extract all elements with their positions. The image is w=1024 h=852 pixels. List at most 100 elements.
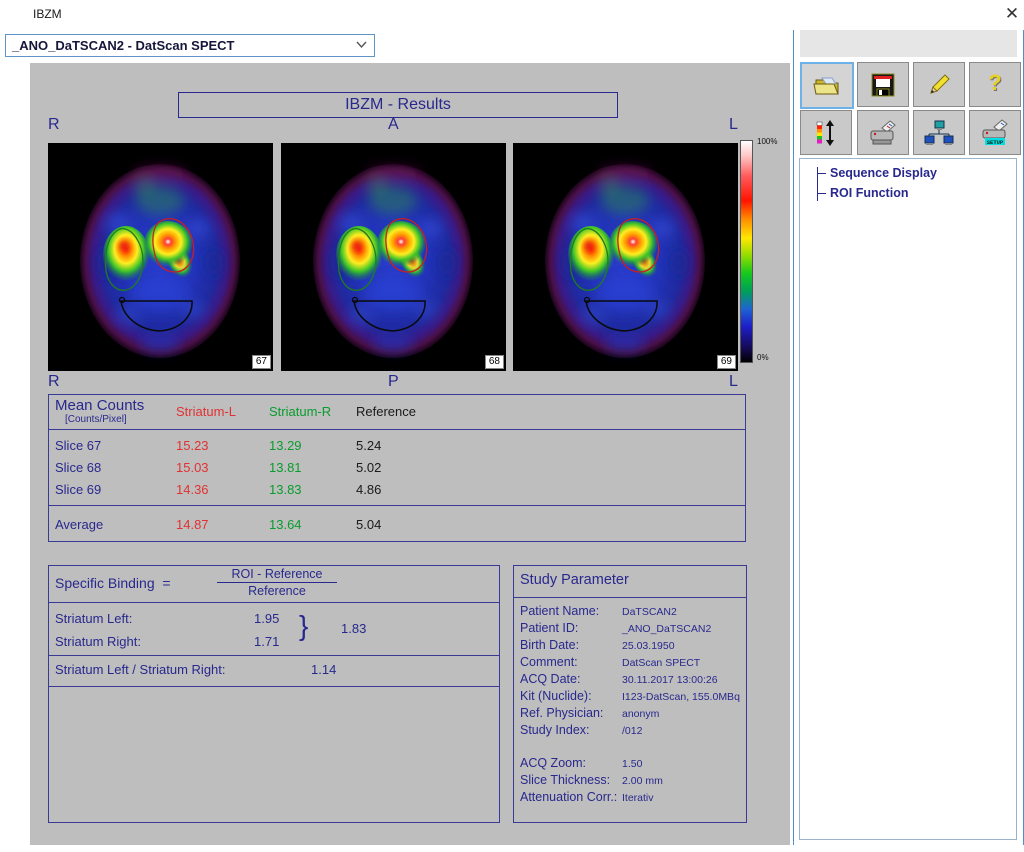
param-value: anonym	[622, 708, 659, 720]
box-divider	[514, 597, 746, 598]
param-label: Ref. Physician:	[520, 706, 603, 720]
param-value: _ANO_DaTSCAN2	[622, 623, 711, 635]
param-label: Comment:	[520, 655, 578, 669]
spect-slice-image-2: 68	[281, 143, 506, 371]
brain-scan-graphic	[513, 143, 738, 371]
chevron-down-icon	[356, 38, 367, 52]
study-select-dropdown[interactable]: _ANO_DaTSCAN2 - DatScan SPECT	[5, 34, 375, 57]
cell-striatum-r: 13.81	[269, 460, 302, 475]
tree-branch-tick	[817, 173, 826, 174]
spect-slice-image-1: 67	[48, 143, 273, 371]
close-icon[interactable]: ✕	[1001, 3, 1023, 25]
print-setup-button[interactable]: SETUP	[969, 110, 1021, 155]
param-label: Patient Name:	[520, 604, 599, 618]
cell-reference: 5.04	[356, 517, 381, 532]
help-button[interactable]: ?	[969, 62, 1021, 107]
network-computers-icon	[924, 119, 954, 147]
row-label: Slice 68	[55, 460, 101, 475]
cell-reference: 5.24	[356, 438, 381, 453]
colorbar-max-label: 100%	[757, 137, 777, 146]
network-print-button[interactable]	[913, 110, 965, 155]
cell-striatum-l: 15.03	[176, 460, 209, 475]
save-button[interactable]	[857, 62, 909, 107]
cell-striatum-r: 13.83	[269, 482, 302, 497]
colorbar-min-label: 0%	[757, 353, 769, 362]
param-value: DatScan SPECT	[622, 657, 700, 669]
orientation-bottom-center: P	[388, 373, 399, 391]
cell-striatum-l: 15.23	[176, 438, 209, 453]
control-sidebar: ?	[793, 30, 1024, 845]
binding-row-label: Striatum Right:	[55, 634, 141, 649]
slice-number-badge: 69	[717, 355, 736, 369]
tree-item-sequence-display[interactable]: Sequence Display	[830, 166, 937, 180]
slice-number-badge: 67	[252, 355, 271, 369]
param-value: 1.50	[622, 758, 642, 770]
study-parameter-title: Study Parameter	[520, 572, 629, 588]
ratio-label: Striatum Left / Striatum Right:	[55, 662, 226, 677]
orientation-top-left: R	[48, 116, 60, 134]
ibzm-window: IBZM ✕ _ANO_DaTSCAN2 - DatScan SPECT IBZ…	[0, 0, 1024, 852]
brain-scan-graphic	[48, 143, 273, 371]
help-question-icon: ?	[970, 63, 1020, 102]
row-label-average: Average	[55, 517, 103, 532]
function-tree: Sequence Display ROI Function	[799, 158, 1017, 840]
column-header-reference: Reference	[356, 404, 416, 419]
equals-sign: =	[162, 575, 170, 591]
spect-slice-image-3: 69	[513, 143, 738, 371]
param-value: 2.00 mm	[622, 775, 663, 787]
intensity-colorbar	[740, 140, 753, 363]
column-header-striatum-l: Striatum-L	[176, 404, 236, 419]
printer-icon	[868, 119, 898, 147]
tree-branch-tick	[817, 193, 826, 194]
param-label: Slice Thickness:	[520, 773, 610, 787]
open-button[interactable]	[800, 62, 854, 109]
cell-reference: 5.02	[356, 460, 381, 475]
study-parameter-box: Study Parameter Patient Name: DaTSCAN2 Pa…	[513, 565, 747, 823]
display-scale-button[interactable]	[800, 110, 852, 155]
table-title: Mean Counts	[55, 397, 144, 414]
fraction-denominator: Reference	[217, 583, 337, 598]
cell-striatum-r: 13.64	[269, 517, 302, 532]
open-folder-icon	[812, 74, 842, 98]
binding-row-label: Striatum Left:	[55, 611, 132, 626]
formula-title-text: Specific Binding	[55, 575, 155, 591]
param-value: 25.03.1950	[622, 640, 675, 652]
column-header-striatum-r: Striatum-R	[269, 404, 331, 419]
sidebar-top-strip	[800, 30, 1017, 57]
orientation-bottom-right: L	[729, 373, 738, 391]
tree-item-roi-function[interactable]: ROI Function	[830, 186, 908, 200]
mean-counts-header: Mean Counts [Counts/Pixel] Striatum-L St…	[49, 395, 745, 430]
box-divider	[49, 686, 499, 687]
table-subtitle: [Counts/Pixel]	[65, 414, 127, 425]
table-divider	[49, 505, 745, 506]
orientation-top-right: L	[729, 116, 738, 134]
param-label: Kit (Nuclide):	[520, 689, 592, 703]
orientation-top-center: A	[388, 116, 399, 134]
param-value: I123-DatScan, 155.0MBq	[622, 691, 740, 703]
param-value: 30.11.2017 13:00:26	[622, 674, 718, 686]
param-value: DaTSCAN2	[622, 606, 677, 618]
param-label: ACQ Zoom:	[520, 756, 586, 770]
fraction-numerator: ROI - Reference	[217, 567, 337, 583]
pencil-icon	[925, 71, 953, 99]
param-label: Attenuation Corr.:	[520, 790, 617, 804]
svg-text:SETUP: SETUP	[987, 139, 1004, 146]
page-title: IBZM - Results	[178, 92, 618, 118]
param-label: ACQ Date:	[520, 672, 580, 686]
print-button[interactable]	[857, 110, 909, 155]
cell-striatum-l: 14.87	[176, 517, 209, 532]
window-title: IBZM	[33, 7, 62, 21]
brace-glyph: }	[299, 610, 308, 642]
param-label: Birth Date:	[520, 638, 579, 652]
param-label: Patient ID:	[520, 621, 578, 635]
mean-counts-table: Mean Counts [Counts/Pixel] Striatum-L St…	[48, 394, 746, 542]
ratio-value: 1.14	[311, 662, 336, 677]
box-divider	[49, 655, 499, 656]
results-panel: IBZM - Results R A L 67 68 69 100% 0% R …	[30, 63, 790, 845]
color-scale-arrows-icon	[813, 119, 839, 147]
brain-scan-graphic	[281, 143, 506, 371]
edit-button[interactable]	[913, 62, 965, 107]
row-label: Slice 69	[55, 482, 101, 497]
cell-striatum-r: 13.29	[269, 438, 302, 453]
specific-binding-header: Specific Binding = ROI - Reference Refer…	[49, 566, 499, 603]
